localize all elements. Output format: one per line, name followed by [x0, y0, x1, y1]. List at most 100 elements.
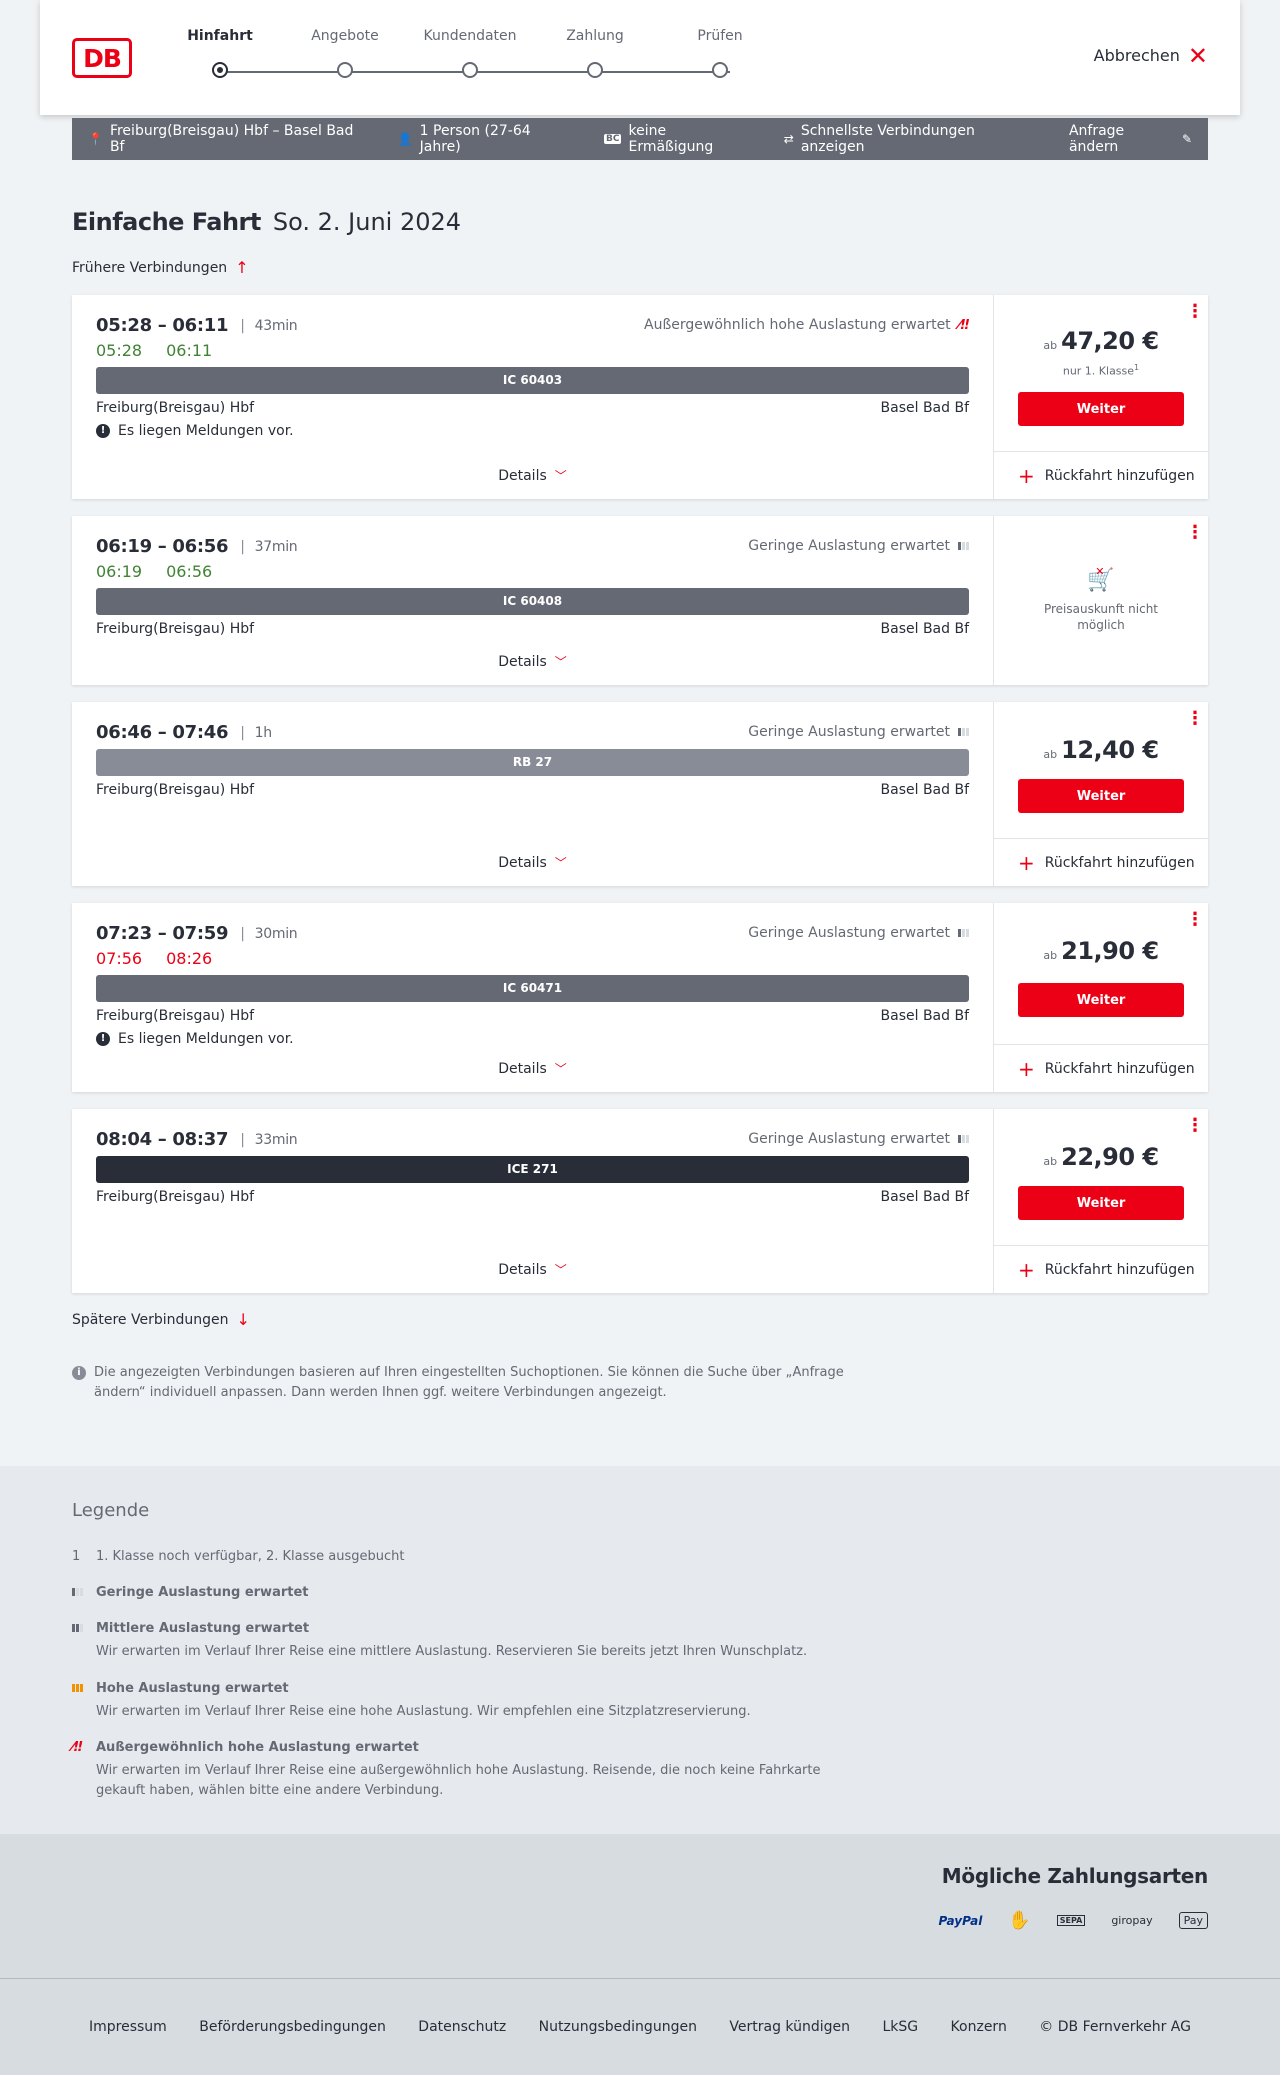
edit-request-button[interactable]: Anfrage ändern ✎ [1069, 123, 1192, 155]
footer-link-datenschutz[interactable]: Datenschutz [418, 2019, 506, 2035]
step-dot [712, 62, 728, 78]
add-return-button[interactable]: + Rückfahrt hinzufügen [994, 451, 1208, 499]
price-note: nur 1. Klasse1 [994, 363, 1208, 378]
no-price-text: Preisauskunft nicht möglich [1043, 602, 1159, 632]
origin-station: Freiburg(Breisgau) Hbf [96, 400, 255, 416]
step-label: Hinfahrt [187, 28, 253, 44]
connection-info[interactable]: 07:23 – 07:59 | 30min 07:56 08:26 Geringe A… [72, 903, 994, 1092]
more-options-icon[interactable]: ⋮ [1186, 710, 1204, 728]
more-options-icon[interactable]: ⋮ [1186, 911, 1204, 929]
separator: | [240, 317, 245, 334]
payment-methods-section: Mögliche Zahlungsarten PayPal ✋ SEPA gir… [0, 1834, 1280, 1978]
step-angebote[interactable]: Angebote [285, 28, 405, 78]
duration: 33min [254, 1131, 298, 1148]
details-toggle[interactable]: Details ﹀ [72, 467, 993, 484]
person-icon: 👤 [397, 132, 413, 146]
connection-info[interactable]: 06:46 – 07:46 | 1h Geringe Auslastung erwa… [72, 702, 994, 886]
footer-link-vertrag-kuendigen[interactable]: Vertrag kündigen [729, 2019, 850, 2035]
trip-type: Einfache Fahrt [72, 208, 261, 236]
step-label: Prüfen [697, 28, 743, 44]
price-prefix: ab [1043, 949, 1058, 962]
separator: | [240, 724, 245, 741]
more-options-icon[interactable]: ⋮ [1186, 303, 1204, 321]
more-options-icon[interactable]: ⋮ [1186, 1117, 1204, 1135]
legend-mid: Mittlere Auslastung erwartet Wir erwarten… [72, 1621, 856, 1662]
occupancy-info: Geringe Auslastung erwartet [748, 538, 969, 554]
realtime-times: 05:28 06:11 [96, 341, 212, 360]
earlier-connections-link[interactable]: Frühere Verbindungen ↑ [72, 258, 249, 277]
legend-high: Hohe Auslastung erwartet Wir erwarten im … [72, 1681, 856, 1722]
duration: 37min [254, 538, 298, 555]
step-hinfahrt[interactable]: Hinfahrt [160, 28, 280, 78]
realtime-times: 07:56 08:26 [96, 949, 212, 968]
price-prefix: ab [1043, 748, 1058, 761]
step-label: Angebote [311, 28, 379, 44]
db-logo[interactable]: DB [72, 38, 132, 78]
occupancy-info: Geringe Auslastung erwartet [748, 925, 969, 941]
details-label: Details [498, 654, 547, 670]
bahncard-icon: BC [604, 134, 622, 144]
continue-button[interactable]: Weiter [1018, 1186, 1184, 1220]
add-return-button[interactable]: + Rückfahrt hinzufügen [994, 1044, 1208, 1092]
continue-button[interactable]: Weiter [1018, 983, 1184, 1017]
step-label: Zahlung [566, 28, 624, 44]
realtime-times: 06:19 06:56 [96, 562, 212, 581]
add-return-button[interactable]: + Rückfahrt hinzufügen [994, 838, 1208, 886]
footer-link-konzern[interactable]: Konzern [951, 2019, 1007, 2035]
footer-link-befoerderungsbedingungen[interactable]: Beförderungsbedingungen [199, 2019, 386, 2035]
step-dot [212, 62, 228, 78]
add-return-button[interactable]: + Rückfahrt hinzufügen [994, 1245, 1208, 1293]
step-label: Kundendaten [423, 28, 517, 44]
separator: | [240, 1131, 245, 1148]
pencil-icon: ✎ [1181, 132, 1193, 146]
schedule-times: 05:28 – 06:11 | 43min [96, 315, 298, 336]
step-dot [587, 62, 603, 78]
footer-link-nutzungsbedingungen[interactable]: Nutzungsbedingungen [539, 2019, 697, 2035]
footer-link-impressum[interactable]: Impressum [89, 2019, 167, 2035]
details-toggle[interactable]: Details ﹀ [72, 653, 993, 670]
continue-button[interactable]: Weiter [1018, 779, 1184, 813]
step-pruefen[interactable]: Prüfen [660, 28, 780, 78]
more-options-icon[interactable]: ⋮ [1186, 524, 1204, 542]
message-text: Es liegen Meldungen vor. [118, 423, 294, 439]
duration: 43min [254, 317, 298, 334]
logo-text: DB [83, 43, 122, 73]
chevron-down-icon: ﹀ [554, 655, 567, 669]
destination-station: Basel Bad Bf [880, 621, 969, 637]
step-zahlung[interactable]: Zahlung [535, 28, 655, 78]
connection-card: 07:23 – 07:59 | 30min 07:56 08:26 Geringe A… [72, 903, 1208, 1092]
arrow-down-icon: ↓ [236, 1310, 250, 1329]
details-label: Details [498, 1061, 547, 1077]
alert-icon: ! [96, 1032, 110, 1046]
train-bar: IC 60408 [96, 588, 969, 615]
later-connections-link[interactable]: Spätere Verbindungen ↓ [72, 1310, 250, 1329]
details-toggle[interactable]: Details ﹀ [72, 1261, 993, 1278]
time-range: 08:04 – 08:37 [96, 1129, 229, 1150]
cancel-button[interactable]: Abbrechen ✕ [1094, 44, 1208, 68]
occupancy-extreme-icon: ⁄‼ [958, 317, 969, 333]
chevron-down-icon: ﹀ [554, 1062, 567, 1076]
continue-button[interactable]: Weiter [1018, 392, 1184, 426]
info-icon: i [72, 1366, 86, 1380]
later-connections-label: Spätere Verbindungen [72, 1311, 229, 1328]
connection-info[interactable]: 05:28 – 06:11 | 43min 05:28 06:11 Außergewö… [72, 295, 994, 499]
footer-link-lksg[interactable]: LkSG [882, 2019, 918, 2035]
occupancy-info: Außergewöhnlich hohe Auslastung erwartet… [644, 317, 969, 333]
details-label: Details [498, 468, 547, 484]
trip-date: So. 2. Juni 2024 [272, 208, 462, 236]
separator: | [240, 925, 245, 942]
connection-info[interactable]: 06:19 – 06:56 | 37min 06:19 06:56 Geringe A… [72, 516, 994, 685]
price: ab 12,40 € [994, 736, 1208, 764]
details-toggle[interactable]: Details ﹀ [72, 854, 993, 871]
price-value: 12,40 € [1061, 736, 1159, 764]
step-kundendaten[interactable]: Kundendaten [410, 28, 530, 78]
add-return-label: Rückfahrt hinzufügen [1044, 1261, 1195, 1278]
price-value: 22,90 € [1061, 1143, 1159, 1171]
occupancy-label: Geringe Auslastung erwartet [748, 1131, 950, 1147]
stations: Freiburg(Breisgau) Hbf Basel Bad Bf [96, 782, 969, 798]
connection-info[interactable]: 08:04 – 08:37 | 33min Geringe Auslastung e… [72, 1109, 994, 1293]
duration: 1h [254, 724, 272, 741]
location-pin-icon: 📍 [88, 132, 103, 146]
details-toggle[interactable]: Details ﹀ [72, 1060, 993, 1077]
payment-title: Mögliche Zahlungsarten [941, 1864, 1209, 1888]
